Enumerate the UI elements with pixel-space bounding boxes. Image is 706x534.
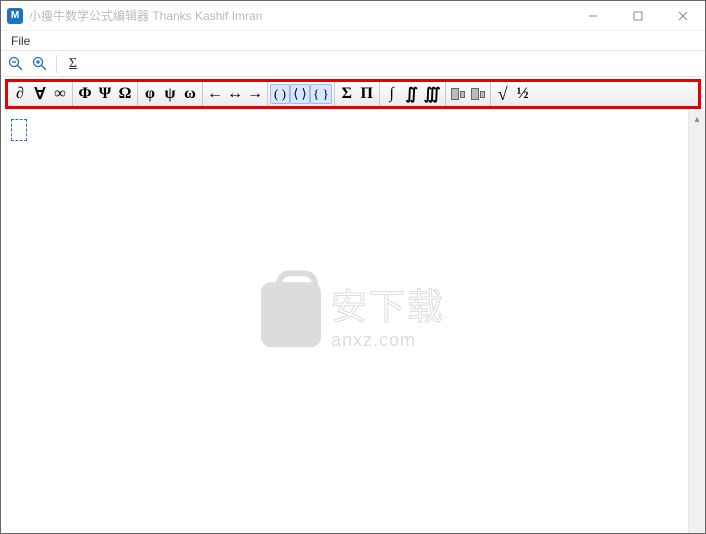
symbol-group-templates	[446, 82, 491, 106]
symbol-angle-brackets[interactable]: ⟨ ⟩	[290, 84, 310, 104]
menubar: File	[1, 31, 705, 51]
watermark: 安下载 anxz.com	[261, 278, 445, 351]
sigma-tool-button[interactable]: Σ	[62, 54, 84, 74]
symbol-arrow-left[interactable]: ←	[205, 84, 225, 104]
symbol-toolbar-highlight: ∂ ∀ ∞ Φ Ψ Ω φ ψ ω ← ↔ → ( ) ⟨ ⟩ { } Σ Π	[5, 79, 701, 109]
symbol-psi-lower[interactable]: ψ	[160, 84, 180, 104]
symbol-arrow-both[interactable]: ↔	[225, 84, 245, 104]
symbol-psi-upper[interactable]: Ψ	[95, 84, 115, 104]
symbol-group-integrals: ∫ ∬ ∭	[380, 82, 446, 106]
symbol-group-arrows: ← ↔ →	[203, 82, 268, 106]
symbol-omega-upper[interactable]: Ω	[115, 84, 135, 104]
symbol-group-calculus: ∂ ∀ ∞	[8, 82, 73, 106]
symbol-half[interactable]: ½	[513, 84, 533, 104]
zoom-in-button[interactable]	[29, 54, 51, 74]
toolbar-main: Σ	[1, 51, 705, 77]
symbol-integral-double[interactable]: ∬	[402, 84, 422, 104]
menu-file[interactable]: File	[7, 33, 34, 49]
symbol-arrow-right[interactable]: →	[245, 84, 265, 104]
symbol-group-greek-upper: Φ Ψ Ω	[73, 82, 138, 106]
template-fraction-icon[interactable]	[468, 84, 488, 104]
symbol-infinity[interactable]: ∞	[50, 84, 70, 104]
symbol-omega-lower[interactable]: ω	[180, 84, 200, 104]
vertical-scrollbar[interactable]: ▴	[688, 111, 705, 533]
watermark-text-cn: 安下载	[331, 278, 445, 330]
symbol-partial[interactable]: ∂	[10, 84, 30, 104]
editor-canvas[interactable]: 安下载 anxz.com ▴	[1, 111, 705, 533]
app-icon: M	[7, 8, 23, 24]
symbol-phi-upper[interactable]: Φ	[75, 84, 95, 104]
template-subscript-icon[interactable]	[448, 84, 468, 104]
minimize-button[interactable]	[570, 1, 615, 31]
zoom-out-button[interactable]	[5, 54, 27, 74]
titlebar: M 小痩牛数学公式编辑器 Thanks Kashif Imran	[1, 1, 705, 31]
formula-cursor-box[interactable]	[11, 119, 27, 141]
app-window: M 小痩牛数学公式编辑器 Thanks Kashif Imran File Σ …	[1, 1, 705, 533]
window-title: 小痩牛数学公式编辑器 Thanks Kashif Imran	[29, 7, 570, 24]
symbol-group-misc: √ ½	[491, 82, 535, 106]
symbol-phi-lower[interactable]: φ	[140, 84, 160, 104]
symbol-pi[interactable]: Π	[357, 84, 377, 104]
symbol-curly-braces[interactable]: { }	[310, 84, 332, 104]
watermark-text-en: anxz.com	[331, 330, 416, 351]
symbol-integral[interactable]: ∫	[382, 84, 402, 104]
close-button[interactable]	[660, 1, 705, 31]
toolbar-separator	[56, 55, 57, 73]
symbol-group-bigops: Σ Π	[335, 82, 380, 106]
maximize-button[interactable]	[615, 1, 660, 31]
symbol-group-greek-lower: φ ψ ω	[138, 82, 203, 106]
scroll-up-button[interactable]: ▴	[689, 111, 705, 128]
symbol-integral-triple[interactable]: ∭	[422, 84, 443, 104]
symbol-group-brackets: ( ) ⟨ ⟩ { }	[268, 82, 335, 106]
symbol-forall[interactable]: ∀	[30, 84, 50, 104]
symbol-parens[interactable]: ( )	[270, 84, 290, 104]
symbol-toolbar: ∂ ∀ ∞ Φ Ψ Ω φ ψ ω ← ↔ → ( ) ⟨ ⟩ { } Σ Π	[8, 82, 698, 106]
symbol-sqrt[interactable]: √	[493, 84, 513, 104]
watermark-shield-icon	[261, 282, 321, 347]
symbol-sigma[interactable]: Σ	[337, 84, 357, 104]
